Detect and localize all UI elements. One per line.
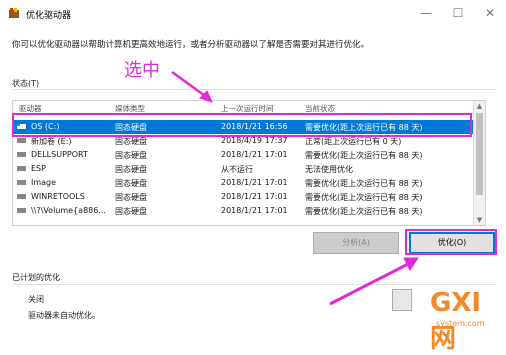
cell-media-type: 固态硬盘 xyxy=(115,207,147,216)
cell-last-run: 2018/1/21 17:01 xyxy=(221,192,288,201)
table-row[interactable]: WINRETOOLS 固态硬盘 2018/1/21 17:01 需要优化(距上次… xyxy=(13,190,473,204)
cell-last-run: 2018/1/21 17:01 xyxy=(221,178,288,187)
description-text: 你可以优化驱动器以帮助计算机更高效地运行，或者分析驱动器以了解是否需要对其进行优… xyxy=(12,40,370,50)
cell-drive: \\?\Volume{a886... xyxy=(31,206,106,215)
close-button[interactable]: ✕ xyxy=(482,5,498,21)
title-bar: 优化驱动器 — ☐ ✕ xyxy=(0,0,506,28)
cell-status: 无法使用优化 xyxy=(305,165,353,174)
cell-status: 需要优化(距上次运行已有 88 天) xyxy=(305,207,423,216)
drive-icon xyxy=(17,180,26,185)
maximize-button[interactable]: ☐ xyxy=(450,5,466,21)
cell-status: 需要优化(距上次运行已有 88 天) xyxy=(305,179,423,188)
table-row[interactable]: Image 固态硬盘 2018/1/21 17:01 需要优化(距上次运行已有 … xyxy=(13,176,473,190)
scheduled-section-label: 已计划的优化 xyxy=(12,273,60,282)
drive-icon xyxy=(17,208,26,213)
cell-media-type: 固态硬盘 xyxy=(115,179,147,188)
cell-status: 需要优化(距上次运行已有 88 天) xyxy=(305,193,423,202)
drive-icon xyxy=(17,152,26,157)
cell-drive: DELLSUPPORT xyxy=(31,150,88,159)
scroll-thumb[interactable] xyxy=(476,113,483,195)
arrow-to-header-icon xyxy=(171,70,213,103)
scroll-up-icon[interactable]: ▲ xyxy=(475,101,484,111)
optimize-button-highlight xyxy=(405,229,497,255)
cell-status: 正常(距上次运行已有 0 天) xyxy=(305,137,402,146)
watermark-sub: system.com xyxy=(436,319,485,328)
cell-drive: 新加卷 (E:) xyxy=(31,137,72,146)
cell-drive: ESP xyxy=(31,164,46,173)
scheduled-divider xyxy=(12,284,496,285)
change-settings-button[interactable] xyxy=(392,289,412,311)
cell-media-type: 固态硬盘 xyxy=(115,151,147,160)
status-section-label: 状态(T) xyxy=(12,79,40,88)
selected-row-highlight xyxy=(12,113,472,137)
cell-media-type: 固态硬盘 xyxy=(115,193,147,202)
cell-drive: WINRETOOLS xyxy=(31,192,85,201)
cell-last-run: 2018/1/21 17:01 xyxy=(221,206,288,215)
drive-icon xyxy=(17,138,26,143)
cell-last-run: 从不运行 xyxy=(221,165,253,174)
table-row[interactable]: \\?\Volume{a886... 固态硬盘 2018/1/21 17:01 … xyxy=(13,204,473,218)
gxi-watermark-logo: GXI网 system.com xyxy=(430,288,506,354)
table-row[interactable]: DELLSUPPORT 固态硬盘 2018/1/21 17:01 需要优化(距上… xyxy=(13,148,473,162)
cell-media-type: 固态硬盘 xyxy=(115,165,147,174)
annotation-label: 选中 xyxy=(124,60,160,81)
cell-status: 需要优化(距上次运行已有 88 天) xyxy=(305,151,423,160)
analyze-button[interactable]: 分析(A) xyxy=(313,232,399,254)
cell-drive: Image xyxy=(31,178,57,187)
window-title: 优化驱动器 xyxy=(26,11,72,21)
schedule-state: 关闭 xyxy=(28,295,44,304)
defrag-app-icon xyxy=(9,8,19,18)
status-divider xyxy=(12,89,496,90)
cell-media-type: 固态硬盘 xyxy=(115,137,147,146)
cell-last-run: 2018/1/21 17:01 xyxy=(221,150,288,159)
drive-icon xyxy=(17,166,26,171)
table-row[interactable]: ESP 固态硬盘 从不运行 无法使用优化 xyxy=(13,162,473,176)
minimize-button[interactable]: — xyxy=(418,5,434,21)
table-scrollbar[interactable]: ▲ ▼ xyxy=(473,101,485,225)
drive-icon xyxy=(17,194,26,199)
scroll-down-icon[interactable]: ▼ xyxy=(475,215,484,225)
cell-last-run: 2018/4/19 17:37 xyxy=(221,136,288,145)
schedule-detail: 驱动器未自动优化。 xyxy=(28,311,100,320)
